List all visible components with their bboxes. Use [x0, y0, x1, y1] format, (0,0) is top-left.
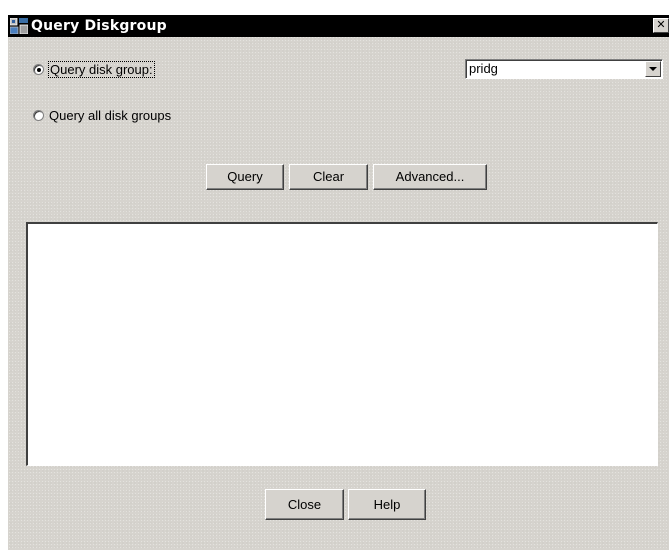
- query-button[interactable]: Query: [206, 164, 284, 190]
- query-disk-group-option[interactable]: Query disk group:: [33, 61, 155, 78]
- diskgroup-select[interactable]: pridg: [465, 59, 663, 79]
- chevron-down-icon[interactable]: [645, 61, 661, 77]
- close-button[interactable]: Close: [265, 489, 344, 520]
- disk-group-icon: [10, 18, 28, 34]
- query-diskgroup-dialog: Query Diskgroup ✕ Query disk group: prid…: [8, 15, 669, 550]
- query-results-area[interactable]: [26, 222, 658, 466]
- query-disk-group-label[interactable]: Query disk group:: [48, 61, 155, 78]
- query-all-disk-groups-option[interactable]: Query all disk groups: [33, 108, 171, 123]
- title-bar[interactable]: Query Diskgroup ✕: [8, 15, 669, 37]
- query-all-disk-groups-label[interactable]: Query all disk groups: [49, 108, 171, 123]
- close-icon[interactable]: ✕: [653, 18, 669, 33]
- clear-button[interactable]: Clear: [289, 164, 368, 190]
- window-title: Query Diskgroup: [31, 18, 167, 34]
- query-disk-group-radio[interactable]: [33, 64, 44, 75]
- advanced-button[interactable]: Advanced...: [373, 164, 487, 190]
- help-button[interactable]: Help: [348, 489, 426, 520]
- diskgroup-select-value: pridg: [469, 61, 498, 76]
- query-all-disk-groups-radio[interactable]: [33, 110, 44, 121]
